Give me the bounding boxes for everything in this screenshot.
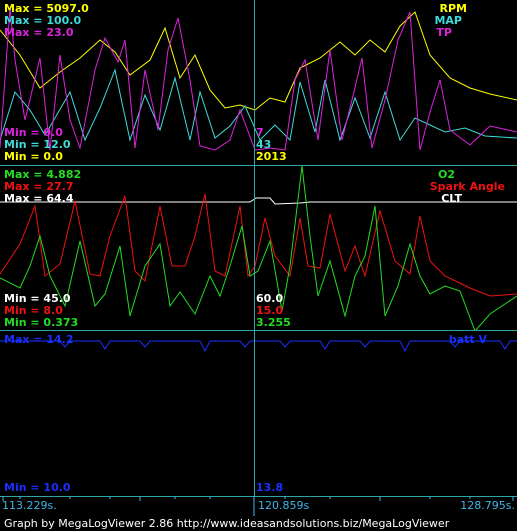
trace-area (0, 340, 517, 353)
o2-min-label: Min = 0.373 (4, 316, 79, 329)
rpm-min-label: Min = 0.0 (4, 150, 63, 163)
legend-batt-v[interactable]: batt V (449, 333, 487, 346)
chart-pane-o2-spark-clt[interactable]: Max = 4.882 Max = 27.7 Max = 64.4 O2 Spa… (0, 166, 517, 330)
legend-tp[interactable]: TP (436, 26, 452, 39)
trace-clt (0, 197, 517, 205)
chart-pane-rpm-map-tp[interactable]: Max = 5097.0 Max = 100.0 Max = 23.0 RPM … (0, 0, 517, 165)
o2-cursor-value: 3.255 (256, 316, 291, 329)
time-end-label: 128.795s. (460, 499, 515, 512)
batt-max-label: Max = 14.2 (4, 333, 74, 346)
batt-cursor-value: 13.8 (256, 481, 284, 494)
legend-clt[interactable]: CLT (441, 192, 462, 205)
chart-pane-batt-v[interactable]: Max = 14.2 batt V Min = 10.0 13.8 (0, 331, 517, 496)
time-cursor-line (254, 0, 255, 165)
trace-spark-angle (0, 193, 517, 297)
batt-min-label: Min = 10.0 (4, 481, 71, 494)
time-start-label: 113.229s. (2, 499, 57, 512)
clt-max-label: Max = 64.4 (4, 192, 74, 205)
time-cursor-line (254, 331, 255, 496)
footer-text: Graph by MegaLogViewer 2.86 http://www.i… (4, 517, 450, 530)
time-cursor-line (254, 166, 255, 330)
footer-credit: Graph by MegaLogViewer 2.86 http://www.i… (0, 516, 517, 531)
rpm-cursor-value: 2013 (256, 150, 287, 163)
tp-max-label: Max = 23.0 (4, 26, 74, 39)
time-cursor-label: 120.859s (258, 499, 310, 512)
trace-batt-v (0, 340, 517, 353)
